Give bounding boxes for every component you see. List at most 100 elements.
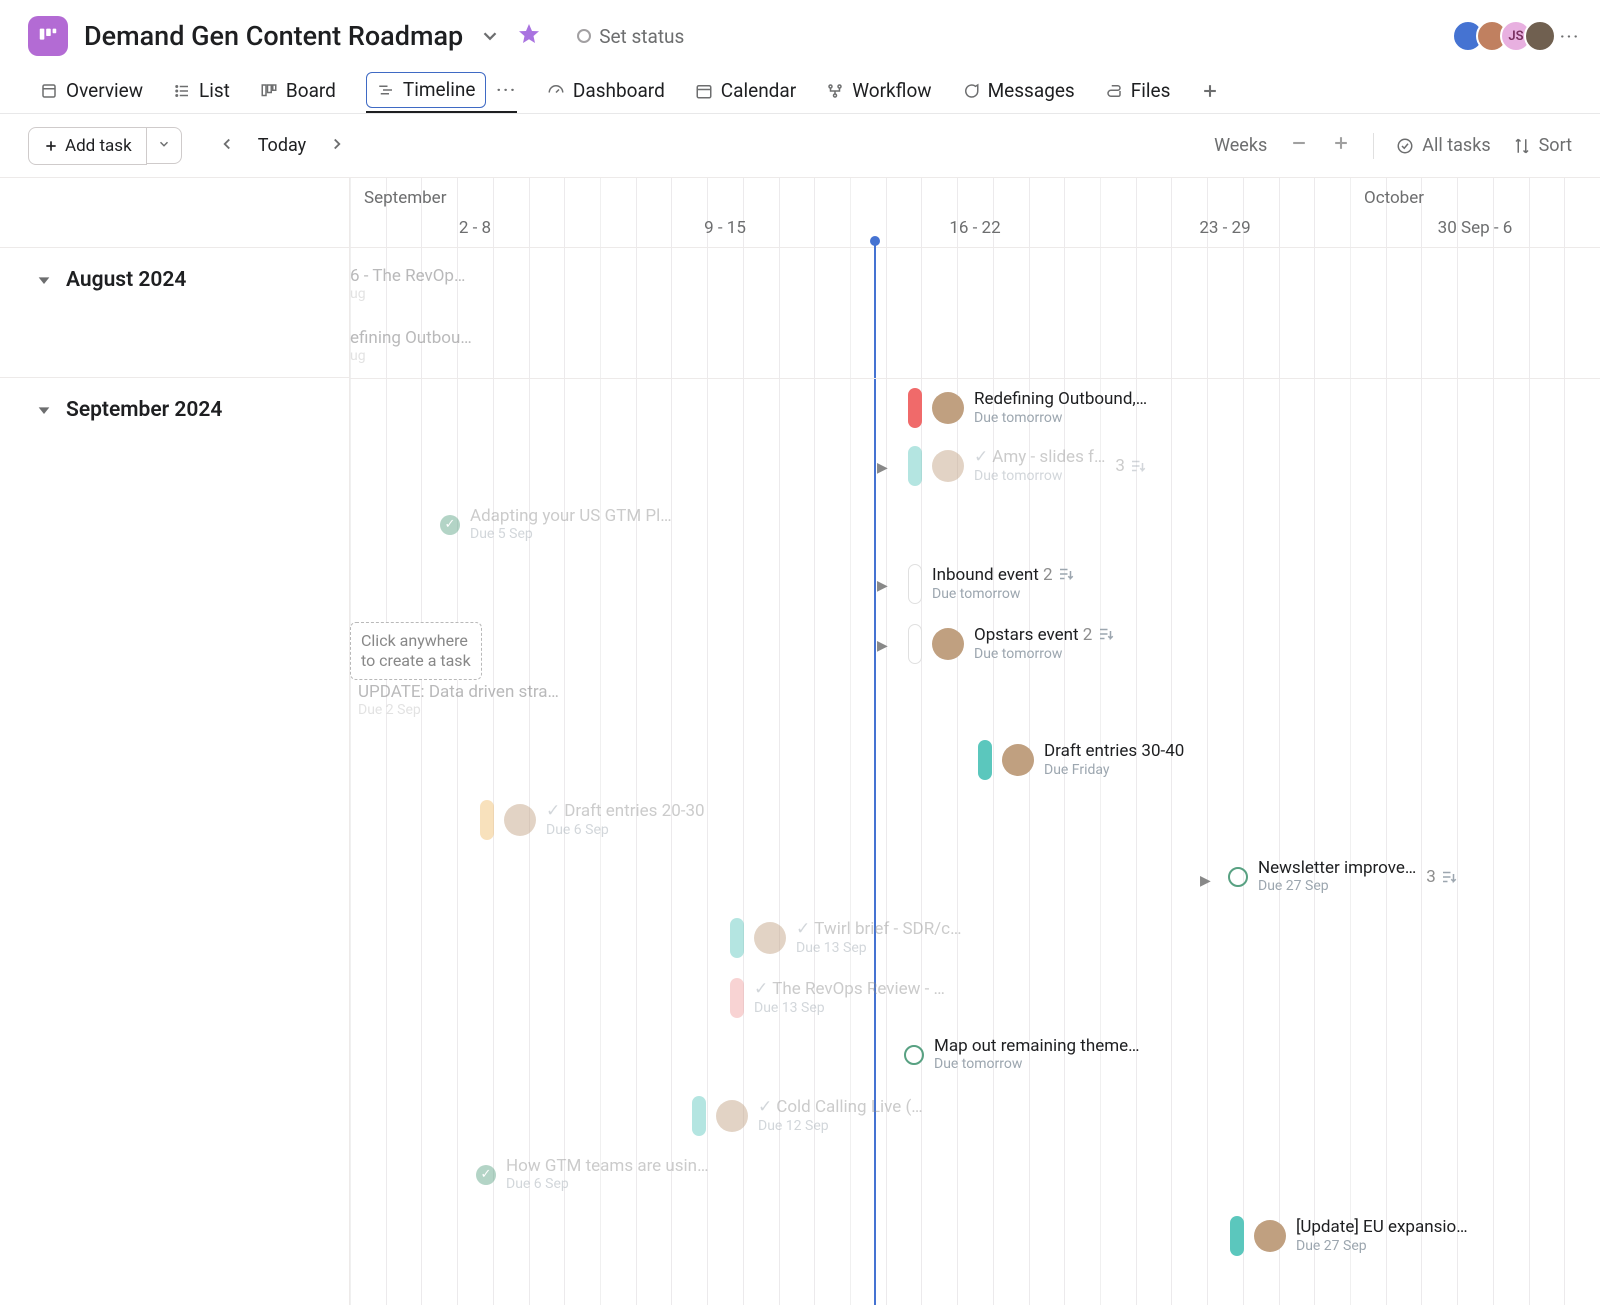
all-tasks-label: All tasks xyxy=(1422,135,1490,156)
tab-label: Messages xyxy=(988,79,1075,102)
sort-button[interactable]: Sort xyxy=(1513,135,1572,156)
expand-icon[interactable]: ▶ xyxy=(1200,873,1211,889)
expand-icon[interactable]: ▶ xyxy=(877,578,888,594)
tab-workflow[interactable]: Workflow xyxy=(826,68,931,113)
milestone-icon[interactable] xyxy=(900,1040,928,1068)
complete-check-icon[interactable]: ✓ xyxy=(476,1165,496,1185)
task-due: Due 6 Sep xyxy=(506,1176,708,1193)
task-row[interactable]: Redefining Outbound,… Due tomorrow xyxy=(908,388,1147,428)
milestone-icon[interactable] xyxy=(1224,862,1252,890)
task-row[interactable]: ✓The RevOps Review - … Due 13 Sep xyxy=(730,978,945,1018)
task-row[interactable]: Newsletter improve… Due 27 Sep 3 xyxy=(1228,858,1458,895)
week-range: 30 Sep - 6 xyxy=(1350,218,1600,238)
task-title: [Update] EU expansio… xyxy=(1296,1217,1468,1237)
task-due: Due Friday xyxy=(1044,762,1184,779)
section-september[interactable]: September 2024 xyxy=(0,377,349,442)
task-title: Redefining Outbound,… xyxy=(974,389,1147,409)
timeline-grid[interactable]: September October 2 - 8 9 - 15 16 - 22 2… xyxy=(350,178,1600,1305)
project-title[interactable]: Demand Gen Content Roadmap xyxy=(84,20,463,52)
complete-check-icon[interactable]: ✓ xyxy=(440,515,460,535)
task-row[interactable]: ✓ How GTM teams are usin… Due 6 Sep xyxy=(476,1156,708,1193)
set-status-button[interactable]: Set status xyxy=(577,25,684,48)
task-color-chip xyxy=(908,446,922,486)
all-tasks-button[interactable]: All tasks xyxy=(1396,135,1490,156)
assignee-avatar[interactable] xyxy=(1002,744,1034,776)
tab-files[interactable]: Files xyxy=(1105,68,1171,113)
member-avatar[interactable] xyxy=(1524,20,1556,52)
assignee-avatar[interactable] xyxy=(754,922,786,954)
week-range: 9 - 15 xyxy=(600,218,850,238)
task-title: ✓Twirl brief - SDR/c… xyxy=(796,919,961,939)
task-due: ug xyxy=(350,286,465,302)
set-status-label: Set status xyxy=(599,25,684,48)
week-range: 16 - 22 xyxy=(850,218,1100,238)
add-tab-icon[interactable] xyxy=(1200,81,1220,101)
divider xyxy=(1373,133,1374,159)
next-period-button[interactable] xyxy=(322,129,352,163)
task-title: 6 - The RevOp… xyxy=(350,266,465,286)
tab-timeline[interactable]: Timeline xyxy=(366,72,487,108)
task-due: Due 27 Sep xyxy=(1296,1238,1468,1255)
add-task-dropdown[interactable] xyxy=(147,127,182,164)
project-members[interactable]: JS ··· xyxy=(1460,20,1580,52)
task-row[interactable]: ✓Twirl brief - SDR/c… Due 13 Sep xyxy=(730,918,961,958)
zoom-out-icon[interactable] xyxy=(1289,133,1309,158)
assignee-avatar[interactable] xyxy=(932,628,964,660)
week-range: 23 - 29 xyxy=(1100,218,1350,238)
tab-label: Dashboard xyxy=(573,79,665,102)
tab-options-icon[interactable]: ··· xyxy=(496,80,516,99)
task-title: ✓Draft entries 20-30 xyxy=(546,801,705,821)
tab-list[interactable]: List xyxy=(173,68,230,113)
prev-period-button[interactable] xyxy=(212,129,242,163)
task-due: Due 13 Sep xyxy=(796,940,961,957)
expand-icon[interactable]: ▶ xyxy=(877,460,888,476)
section-august[interactable]: August 2024 xyxy=(0,248,349,312)
add-task-label: Add task xyxy=(65,136,132,156)
task-row[interactable]: Map out remaining theme… Due tomorrow xyxy=(904,1036,1140,1073)
assignee-avatar[interactable] xyxy=(932,450,964,482)
task-row[interactable]: UPDATE: Data driven stra… Due 2 Sep xyxy=(358,682,559,718)
task-row[interactable]: Draft entries 30-40 Due Friday xyxy=(978,740,1184,780)
task-row[interactable]: 6 - The RevOp… ug xyxy=(350,266,465,302)
assignee-avatar[interactable] xyxy=(504,804,536,836)
task-color-chip xyxy=(730,918,744,958)
task-row[interactable]: [Update] EU expansio… Due 27 Sep xyxy=(1230,1216,1468,1256)
expand-icon[interactable]: ▶ xyxy=(877,638,888,654)
tab-label: Calendar xyxy=(721,79,796,102)
task-row[interactable]: Opstars event 2 Due tomorrow xyxy=(908,624,1115,664)
favorite-star-icon[interactable] xyxy=(517,22,541,50)
task-color-chip xyxy=(692,1096,706,1136)
project-icon[interactable] xyxy=(28,16,68,56)
task-title: Adapting your US GTM Pl… xyxy=(470,506,672,526)
today-marker-dot xyxy=(870,236,880,246)
zoom-level-label[interactable]: Weeks xyxy=(1214,135,1267,156)
assignee-avatar[interactable] xyxy=(1254,1220,1286,1252)
today-button[interactable]: Today xyxy=(258,135,306,156)
tab-label: Board xyxy=(286,79,336,102)
tab-label: Overview xyxy=(66,79,143,102)
tab-label: List xyxy=(199,79,230,102)
task-title: Newsletter improve… xyxy=(1258,858,1416,878)
zoom-in-icon[interactable] xyxy=(1331,133,1351,158)
more-members-icon[interactable]: ··· xyxy=(1560,27,1580,46)
tab-messages[interactable]: Messages xyxy=(962,68,1075,113)
month-label: September xyxy=(364,188,446,208)
task-row[interactable]: ✓ Adapting your US GTM Pl… Due 5 Sep xyxy=(440,506,672,543)
assignee-avatar[interactable] xyxy=(932,392,964,424)
tab-calendar[interactable]: Calendar xyxy=(695,68,796,113)
task-title: Inbound event 2 xyxy=(932,565,1075,585)
task-color-chip xyxy=(480,800,494,840)
today-marker xyxy=(874,240,876,1305)
project-menu-chevron[interactable] xyxy=(479,25,501,47)
assignee-avatar[interactable] xyxy=(716,1100,748,1132)
task-row[interactable]: ✓Cold Calling Live (… Due 12 Sep xyxy=(692,1096,923,1136)
task-row[interactable]: ✓Draft entries 20-30 Due 6 Sep xyxy=(480,800,705,840)
task-row[interactable]: Inbound event 2 Due tomorrow xyxy=(908,564,1075,604)
task-row[interactable]: efining Outbou… ug xyxy=(350,328,472,364)
add-task-button[interactable]: Add task xyxy=(28,127,147,165)
tab-board[interactable]: Board xyxy=(260,68,336,113)
tab-dashboard[interactable]: Dashboard xyxy=(547,68,665,113)
task-due: Due tomorrow xyxy=(932,586,1075,603)
task-row[interactable]: ✓Amy - slides f… Due tomorrow 3 xyxy=(908,446,1147,486)
tab-overview[interactable]: Overview xyxy=(40,68,143,113)
